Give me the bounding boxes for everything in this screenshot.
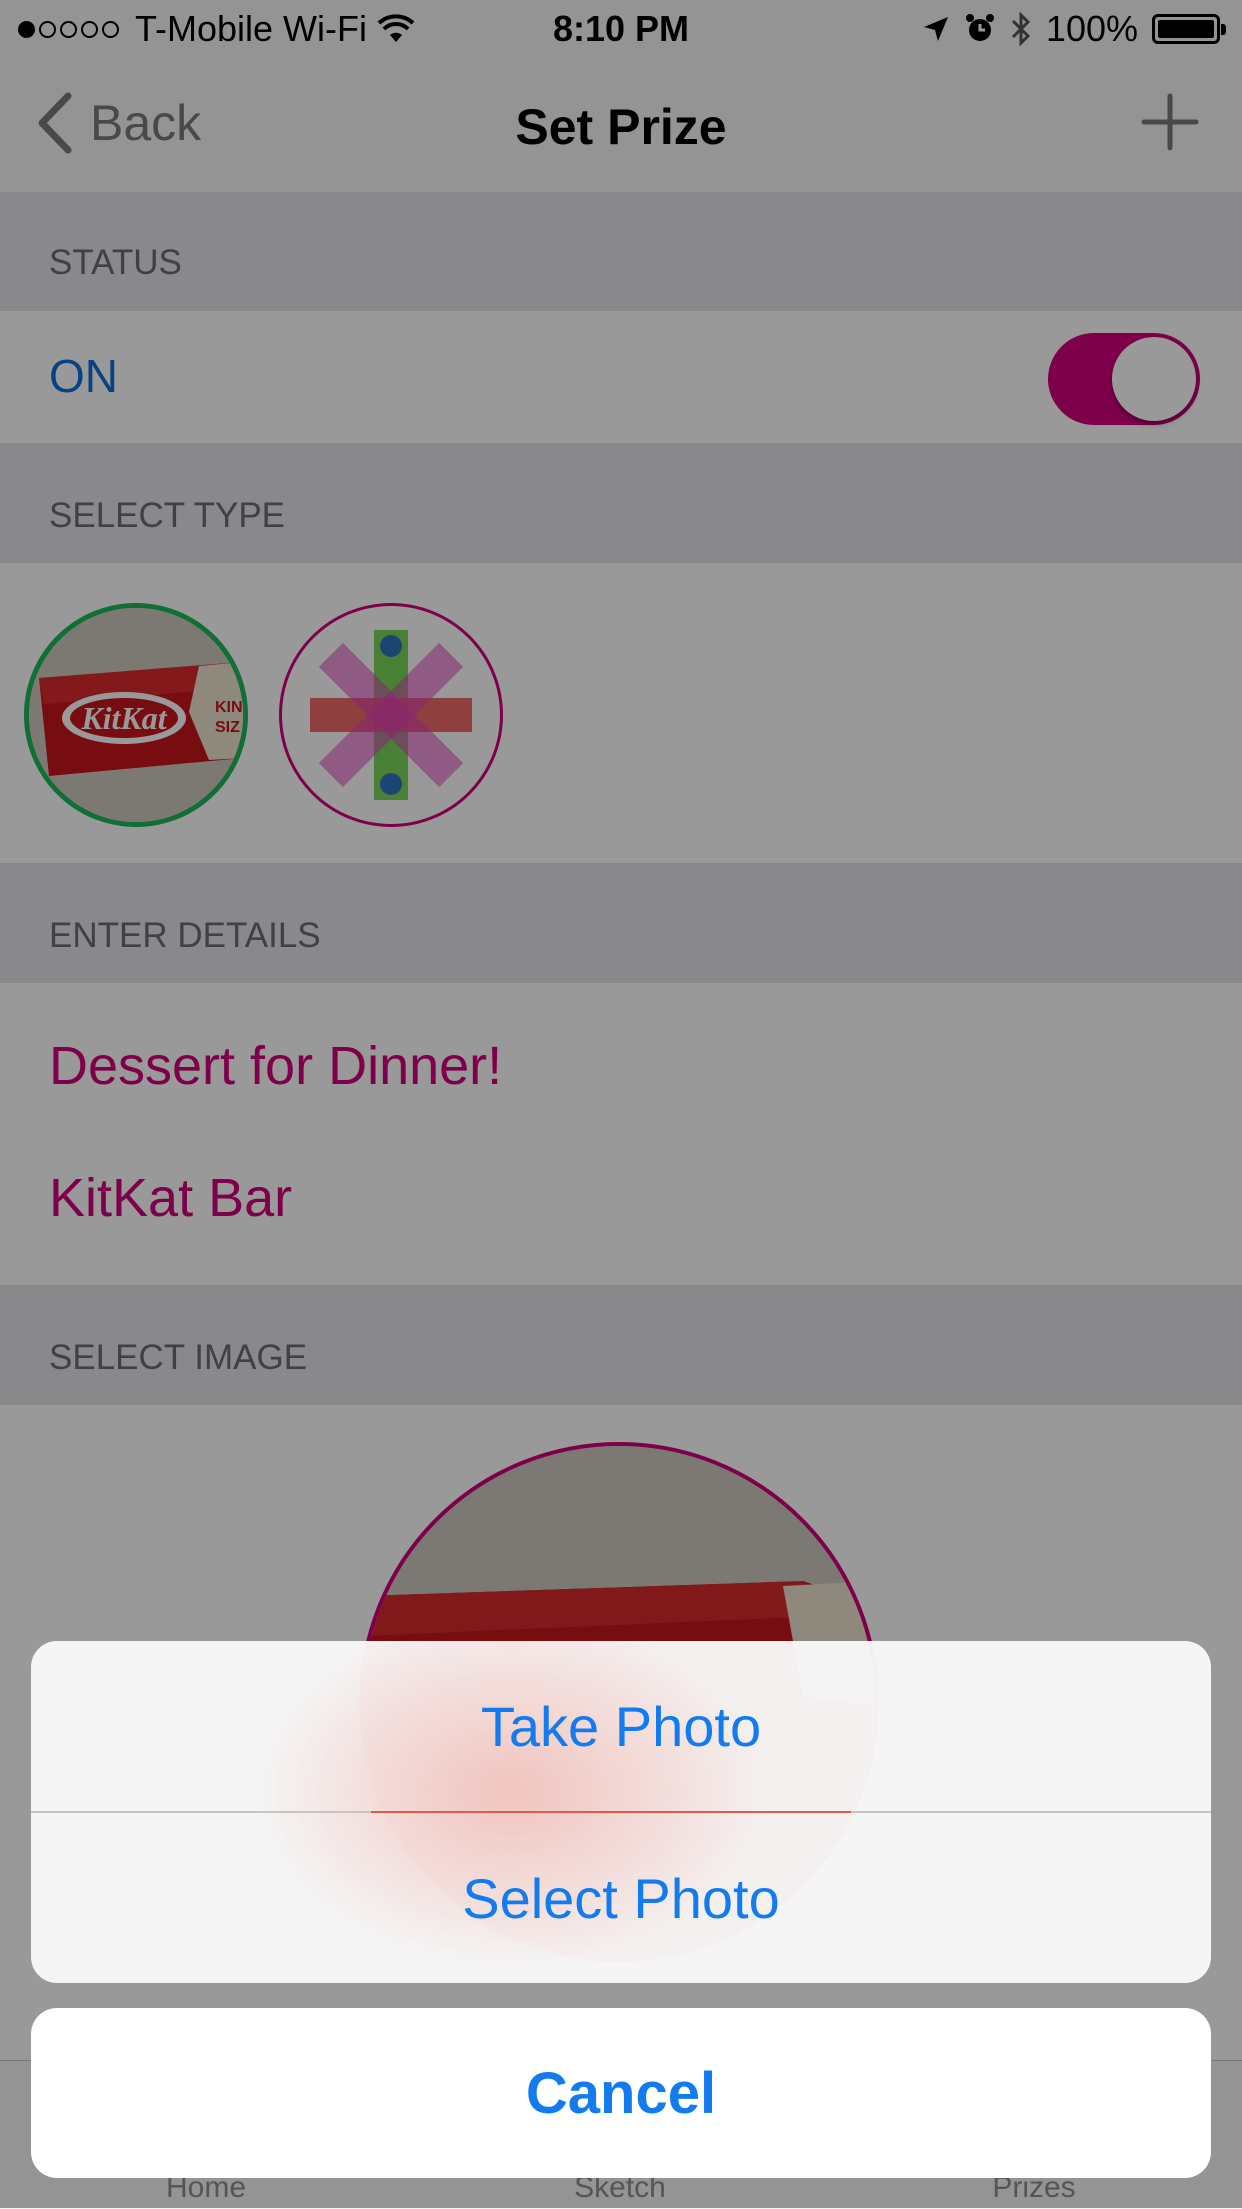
cancel-button[interactable]: Cancel (31, 2008, 1211, 2178)
take-photo-button[interactable]: Take Photo (31, 1641, 1211, 1811)
select-photo-button[interactable]: Select Photo (31, 1813, 1211, 1983)
action-sheet: Take Photo Select Photo (31, 1641, 1211, 1983)
